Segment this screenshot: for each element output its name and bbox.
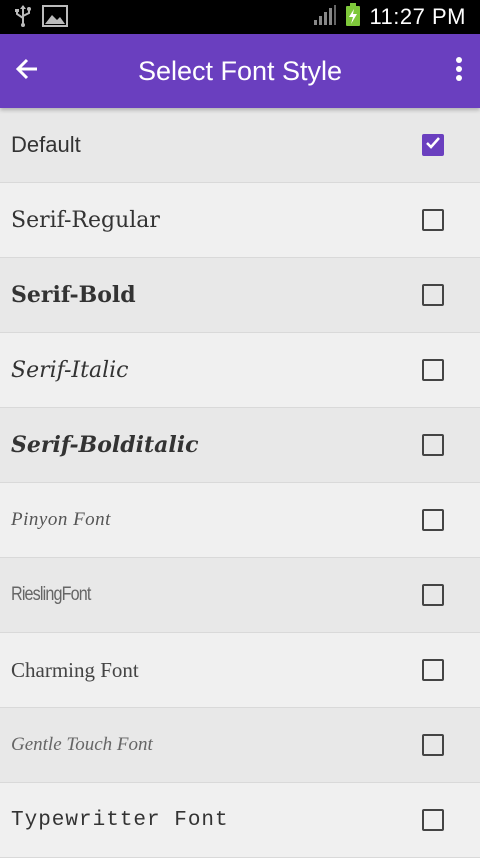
font-row-typewritter[interactable]: Typewritter Font xyxy=(0,783,480,858)
usb-icon xyxy=(14,4,32,33)
font-label: Charming Font xyxy=(11,657,139,682)
font-row-serif-bolditalic[interactable]: Serif-Bolditalic xyxy=(0,408,480,483)
font-label: RieslingFont xyxy=(11,584,91,605)
font-checkbox[interactable] xyxy=(422,134,444,156)
font-row-riesling[interactable]: RieslingFont xyxy=(0,558,480,633)
font-checkbox[interactable] xyxy=(422,434,444,456)
font-row-serif-bold[interactable]: Serif-Bold xyxy=(0,258,480,333)
image-icon xyxy=(42,5,68,32)
font-list: Default Serif-Regular Serif-Bold Serif-I… xyxy=(0,108,480,858)
signal-icon xyxy=(313,4,337,31)
check-icon xyxy=(425,136,441,155)
font-label: Pinyon Font xyxy=(11,509,111,530)
status-bar: 11:27 PM xyxy=(0,0,480,34)
font-label: Serif-Regular xyxy=(11,207,160,233)
font-label: Serif-Bolditalic xyxy=(11,432,199,458)
font-label: Serif-Italic xyxy=(11,357,129,383)
font-row-default[interactable]: Default xyxy=(0,108,480,183)
page-title: Select Font Style xyxy=(137,55,343,86)
overflow-menu-button[interactable] xyxy=(444,51,474,91)
app-bar: Select Font Style xyxy=(0,34,480,108)
font-row-pinyon[interactable]: Pinyon Font xyxy=(0,483,480,558)
more-vertical-icon xyxy=(455,56,463,87)
clock: 11:27 PM xyxy=(369,4,466,29)
battery-charging-icon xyxy=(345,2,361,32)
font-checkbox[interactable] xyxy=(422,809,444,831)
status-left-icons xyxy=(14,4,68,33)
font-checkbox[interactable] xyxy=(422,734,444,756)
font-row-charming[interactable]: Charming Font xyxy=(0,633,480,708)
font-label: Gentle Touch Font xyxy=(11,734,153,755)
status-right: 11:27 PM xyxy=(313,0,466,34)
font-checkbox[interactable] xyxy=(422,359,444,381)
font-label: Serif-Bold xyxy=(11,282,136,308)
font-row-serif-regular[interactable]: Serif-Regular xyxy=(0,183,480,258)
font-checkbox[interactable] xyxy=(422,284,444,306)
font-checkbox[interactable] xyxy=(422,209,444,231)
font-checkbox[interactable] xyxy=(422,584,444,606)
font-checkbox[interactable] xyxy=(422,659,444,681)
font-label: Typewritter Font xyxy=(11,808,229,832)
font-row-gentle-touch[interactable]: Gentle Touch Font xyxy=(0,708,480,783)
font-row-serif-italic[interactable]: Serif-Italic xyxy=(0,333,480,408)
font-checkbox[interactable] xyxy=(422,509,444,531)
font-label: Default xyxy=(11,132,81,157)
